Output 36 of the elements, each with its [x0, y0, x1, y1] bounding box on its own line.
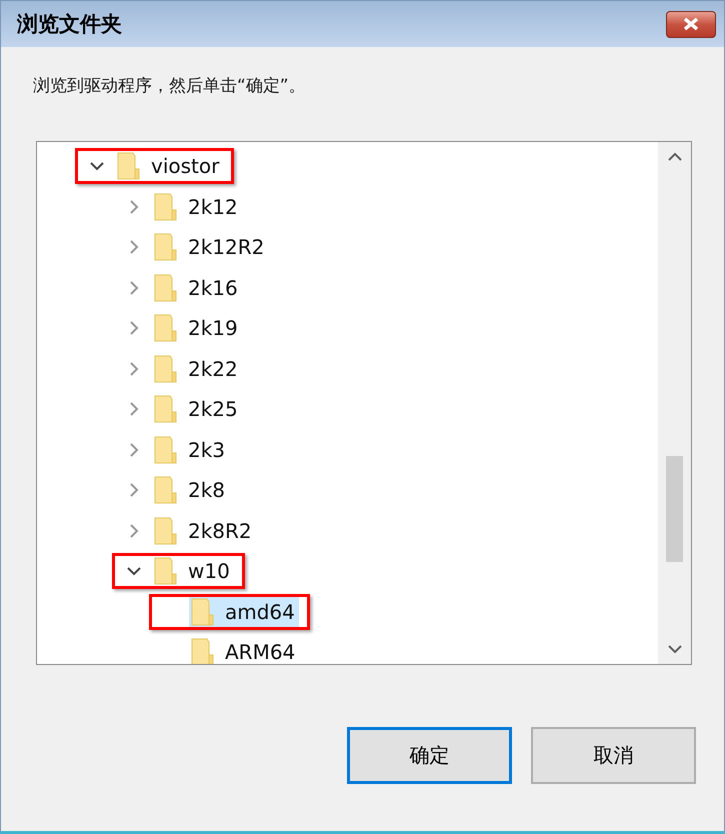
close-icon: [682, 17, 700, 31]
tree-item[interactable]: 2k8: [152, 475, 230, 506]
instruction-text: 浏览到驱动程序，然后单击“确定”。: [33, 75, 307, 97]
tree-item[interactable]: w10: [152, 556, 234, 586]
folder-icon: [117, 152, 141, 180]
tree-item[interactable]: 2k3: [152, 434, 230, 465]
tree-item[interactable]: 2k25: [152, 394, 242, 424]
folder-icon: [191, 638, 215, 664]
tree-item[interactable]: 2k16: [152, 272, 242, 303]
folder-icon: [154, 516, 178, 545]
tree-item[interactable]: 2k12R2: [152, 232, 268, 262]
ok-button[interactable]: 确定: [347, 727, 512, 784]
scroll-thumb[interactable]: [666, 456, 683, 562]
tree-item[interactable]: 2k22: [152, 354, 242, 384]
close-button[interactable]: [666, 10, 716, 38]
cancel-button[interactable]: 取消: [531, 727, 696, 784]
folder-icon: [154, 476, 178, 504]
folder-icon: [154, 436, 178, 464]
folder-icon: [154, 233, 178, 262]
folder-icon: [154, 314, 178, 342]
folder-icon: [154, 274, 178, 302]
folder-icon: [154, 354, 178, 383]
tree-item[interactable]: ARM64: [189, 637, 300, 664]
tree-item[interactable]: 2k12: [152, 192, 242, 222]
window-title: 浏览文件夹: [17, 11, 122, 38]
folder-icon: [191, 598, 215, 626]
scroll-down-icon[interactable]: [668, 644, 682, 654]
tree-item[interactable]: 2k8R2: [152, 516, 256, 546]
scroll-up-icon[interactable]: [668, 152, 682, 162]
tree-item[interactable]: 2k19: [152, 313, 242, 344]
folder-icon: [154, 192, 178, 221]
folder-icon: [154, 395, 178, 424]
folder-icon: [154, 557, 178, 586]
scrollbar[interactable]: [658, 142, 691, 664]
tree-item[interactable]: viostor: [115, 151, 224, 182]
tree-item[interactable]: amd64: [189, 596, 299, 627]
